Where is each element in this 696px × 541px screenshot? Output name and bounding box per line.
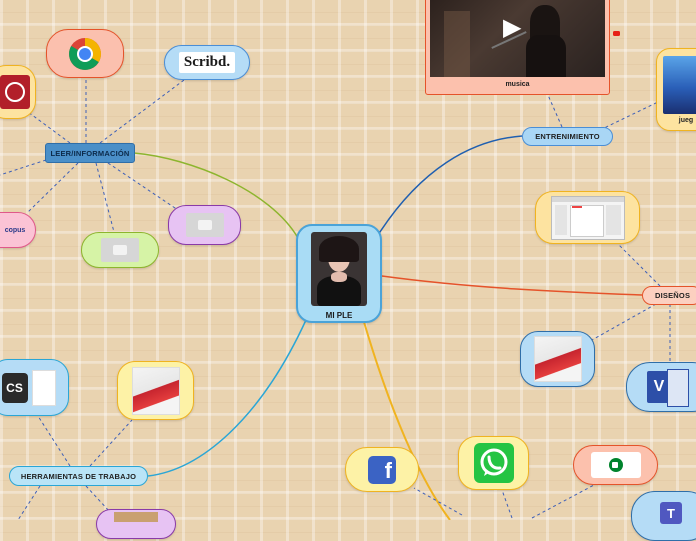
youtube-icon [613, 31, 620, 36]
central-label: MI PLE [325, 311, 353, 320]
image-placeholder-icon [101, 238, 139, 262]
chrome-node[interactable] [46, 29, 124, 78]
facebook-node[interactable]: f [345, 447, 419, 492]
musica-node[interactable]: ▶ musica [425, 0, 610, 95]
branch-herramientas[interactable]: HERRAMIENTAS DE TRABAJO [9, 466, 148, 486]
teams-icon: T [660, 502, 682, 524]
purple-bottom-node[interactable] [96, 509, 176, 539]
camscanner-node[interactable]: CS [0, 359, 69, 416]
meet-node[interactable] [573, 445, 658, 485]
juegos-label: jueg [678, 116, 694, 124]
teams-node[interactable]: T [631, 491, 696, 541]
branch-leer-informacion[interactable]: LEER/INFORMACIÓN [45, 143, 135, 163]
meet-icon [590, 452, 641, 478]
branch-entretenimiento[interactable]: ENTRENIMIENTO [522, 127, 613, 146]
whatsapp-node[interactable] [458, 436, 529, 490]
scribd-logo: Scribd. [178, 52, 236, 73]
game-screenshot [663, 55, 696, 114]
visio-icon: V [647, 369, 689, 407]
scopus-node[interactable]: copus [0, 212, 36, 248]
autocad-tools-node[interactable] [117, 361, 194, 420]
red-app-icon [0, 75, 30, 109]
facebook-icon: f [368, 455, 396, 484]
autocad-icon [131, 366, 180, 415]
camscanner-icon: CS [1, 372, 28, 403]
profile-photo [311, 232, 367, 306]
design-software-node[interactable] [535, 191, 640, 244]
image-placeholder-purple[interactable] [168, 205, 241, 245]
red-app-node[interactable] [0, 65, 36, 119]
scopus-label: copus [4, 226, 26, 234]
branch-disenos[interactable]: DISEÑOS [642, 286, 696, 305]
visio-node[interactable]: V [626, 362, 696, 412]
chrome-icon [69, 37, 101, 70]
image-placeholder-green[interactable] [81, 232, 159, 268]
scribd-node[interactable]: Scribd. [164, 45, 250, 80]
image-placeholder-icon [185, 213, 224, 237]
autocad-icon [533, 336, 582, 382]
play-icon[interactable]: ▶ [503, 13, 521, 42]
whatsapp-icon [473, 443, 514, 483]
autocad-node[interactable] [520, 331, 595, 387]
musica-label: musica [505, 81, 530, 88]
software-screenshot [550, 195, 625, 240]
juegos-node[interactable]: jueg [656, 48, 696, 131]
central-node[interactable]: MI PLE [296, 224, 382, 323]
